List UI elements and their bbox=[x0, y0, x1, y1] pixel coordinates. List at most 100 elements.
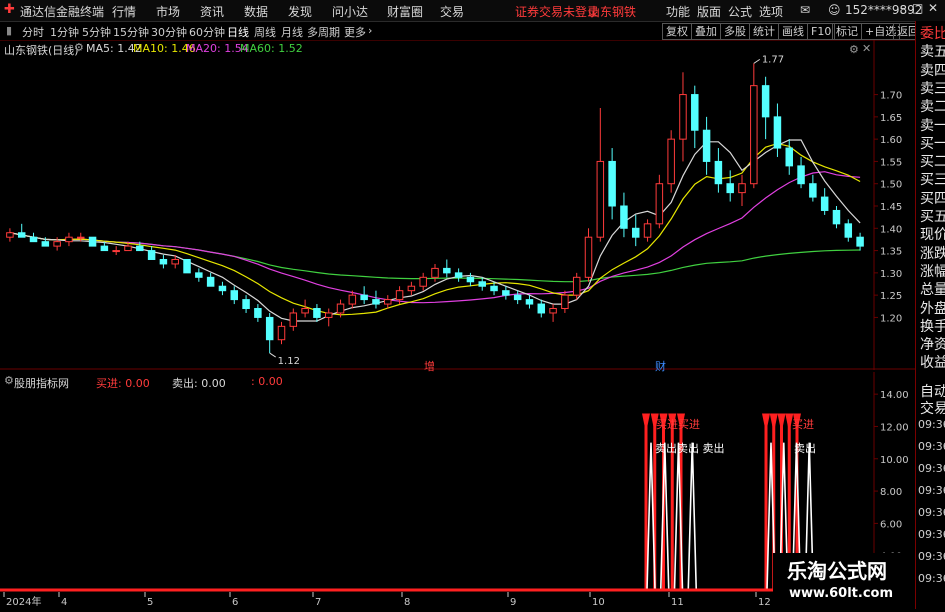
tab-multi-period[interactable]: 多周期 bbox=[307, 24, 340, 40]
candle-body bbox=[136, 245, 144, 252]
candle-body bbox=[112, 250, 120, 253]
candle-body bbox=[360, 294, 368, 301]
toolbar-handle-icon: ▮ bbox=[6, 24, 13, 37]
login-notice[interactable]: 证券交易未登录 bbox=[515, 3, 599, 20]
menu-quotes[interactable]: 行情 bbox=[112, 3, 136, 20]
candle-body bbox=[667, 138, 675, 185]
quote-label: 涨幅 bbox=[920, 263, 945, 280]
menu-info[interactable]: 资讯 bbox=[200, 3, 224, 20]
candle-body bbox=[419, 276, 427, 287]
settings-icon[interactable]: ⚙ bbox=[74, 41, 84, 54]
main-kline-chart[interactable]: 1.20 1.25 1.30 1.35 1.40 1.45 1.50 1.55 1.60 1.65… bbox=[0, 40, 915, 373]
mark-button[interactable]: 标记 bbox=[832, 23, 862, 40]
candle-body bbox=[313, 308, 321, 318]
ma10-line bbox=[9, 142, 861, 316]
quote-label: 换手 bbox=[920, 318, 945, 335]
candle-body bbox=[502, 290, 510, 296]
menu-data[interactable]: 数据 bbox=[244, 3, 268, 20]
quote-label: 净资 bbox=[920, 337, 945, 354]
tab-more[interactable]: 更多 bbox=[344, 24, 366, 40]
draw-line-button[interactable]: 画线 bbox=[778, 23, 808, 40]
adjust-button[interactable]: 复权 bbox=[662, 23, 692, 40]
candle-body bbox=[65, 236, 73, 243]
multi-stock-button[interactable]: 多股 bbox=[720, 23, 750, 40]
tab-15min[interactable]: 15分钟 bbox=[113, 24, 149, 40]
signal-buy-text-2: 买进 bbox=[792, 418, 814, 431]
y-tick-label: 1.50 bbox=[880, 180, 902, 191]
user-account[interactable]: 152****9892 bbox=[845, 3, 922, 17]
candle-body bbox=[454, 272, 463, 278]
overlay-button[interactable]: 叠加 bbox=[691, 23, 721, 40]
tab-monthly[interactable]: 月线 bbox=[281, 24, 303, 40]
minimize-icon[interactable]: – bbox=[900, 1, 906, 15]
candle-body bbox=[702, 129, 711, 162]
quote-label: 外盘 bbox=[920, 300, 945, 317]
trade-time: 09:36 bbox=[918, 462, 945, 475]
y-tick-label: 1.60 bbox=[880, 135, 902, 146]
menu-discover[interactable]: 发现 bbox=[288, 3, 312, 20]
trade-time: 09:36 bbox=[918, 528, 945, 541]
date-tick-label: 7 bbox=[315, 597, 321, 608]
tab-daily[interactable]: 日线 bbox=[227, 24, 249, 40]
candle-body bbox=[714, 160, 723, 185]
menu-options[interactable]: 选项 bbox=[759, 3, 783, 20]
candle-body bbox=[41, 241, 50, 247]
chart-close-icon[interactable]: ✕ bbox=[862, 42, 871, 55]
chart-settings-icon[interactable]: ⚙ bbox=[849, 43, 859, 56]
mail-icon[interactable]: ✉ bbox=[800, 3, 810, 17]
sub-y-tick-label: 12.00 bbox=[880, 422, 909, 433]
date-tick-label: 12 bbox=[758, 597, 771, 608]
menu-ask[interactable]: 问小达 bbox=[332, 3, 368, 20]
candle-body bbox=[171, 258, 179, 265]
sub-y-tick-label: 14.00 bbox=[880, 390, 909, 401]
menu-wealth[interactable]: 财富圈 bbox=[387, 3, 423, 20]
extra-value: : 0.00 bbox=[251, 375, 283, 388]
buy-arrow-icon bbox=[777, 413, 786, 433]
extreme-label: 1.77 bbox=[762, 54, 784, 65]
tab-weekly[interactable]: 周线 bbox=[254, 24, 276, 40]
menu-formula[interactable]: 公式 bbox=[728, 3, 752, 20]
candle-body bbox=[372, 299, 380, 305]
candle-body bbox=[206, 276, 215, 287]
tab-30min[interactable]: 30分钟 bbox=[151, 24, 187, 40]
candle-body bbox=[773, 116, 782, 149]
candle-body bbox=[549, 308, 557, 314]
maximize-icon[interactable]: □ bbox=[912, 1, 923, 15]
indicator-settings-icon[interactable]: ⚙ bbox=[4, 374, 14, 387]
tab-1min[interactable]: 1分钟 bbox=[50, 24, 79, 40]
candle-body bbox=[738, 183, 746, 194]
extreme-pointer bbox=[269, 352, 276, 358]
quote-label: 买三 bbox=[920, 172, 945, 189]
trade-time: 09:36 bbox=[918, 550, 945, 563]
candle-body bbox=[277, 325, 286, 341]
sub-y-tick-label: 6.00 bbox=[880, 519, 902, 530]
candle-body bbox=[832, 209, 841, 225]
y-tick-label: 1.40 bbox=[880, 224, 902, 235]
tab-minute-chart[interactable]: 分时 bbox=[22, 24, 44, 40]
tab-60min[interactable]: 60分钟 bbox=[189, 24, 225, 40]
user-icon[interactable]: ☺ bbox=[828, 3, 841, 17]
menu-layout[interactable]: 版面 bbox=[697, 3, 721, 20]
candle-body bbox=[478, 281, 486, 287]
auto-trade-label[interactable]: 交易 bbox=[920, 398, 945, 418]
candle-body bbox=[679, 94, 687, 140]
trade-time: 09:36 bbox=[918, 506, 945, 519]
y-tick-label: 1.20 bbox=[880, 313, 902, 324]
menu-trade[interactable]: 交易 bbox=[440, 3, 464, 20]
candle-body bbox=[809, 183, 817, 198]
candle-body bbox=[230, 290, 239, 301]
statistics-button[interactable]: 统计 bbox=[749, 23, 779, 40]
close-icon[interactable]: ✕ bbox=[928, 1, 938, 15]
date-tick-label: 8 bbox=[404, 597, 410, 608]
candle-body bbox=[785, 147, 793, 167]
signal-buy-text-1: 买进买进 bbox=[656, 418, 700, 431]
date-tick-label: 4 bbox=[61, 597, 67, 608]
period-toolbar: ▮ 分时 1分钟 5分钟 15分钟 30分钟 60分钟 日线 周线 月线 多周期… bbox=[0, 22, 923, 41]
tab-5min[interactable]: 5分钟 bbox=[82, 24, 111, 40]
quote-label: 买五 bbox=[920, 209, 945, 225]
menu-function[interactable]: 功能 bbox=[666, 3, 690, 20]
chevron-right-icon[interactable]: › bbox=[368, 24, 372, 37]
menu-market[interactable]: 市场 bbox=[156, 3, 180, 20]
y-tick-label: 1.70 bbox=[880, 91, 902, 102]
candle-body bbox=[100, 245, 109, 252]
